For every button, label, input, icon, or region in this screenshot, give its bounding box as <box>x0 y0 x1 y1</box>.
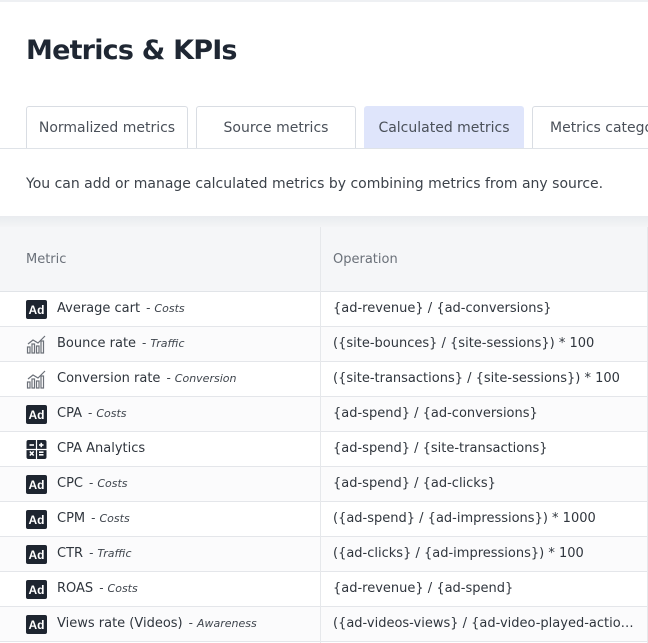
metric-name[interactable]: CTR <box>57 546 83 561</box>
section-separator <box>0 216 648 227</box>
table-row[interactable]: Ad CTR - Traffic ({ad-clicks} / {ad-impressi… <box>0 537 648 572</box>
column-header-metric[interactable]: Metric <box>26 252 66 267</box>
table-row[interactable]: Ad Views rate (Videos) - Awareness ({ad-vide… <box>0 607 648 642</box>
tab-normalized-metrics[interactable]: Normalized metrics <box>26 106 188 149</box>
metric-category: Costs <box>154 302 185 315</box>
ad-icon: Ad <box>26 475 47 494</box>
metric-name-cell: Average cart - Costs <box>57 301 185 316</box>
metric-name[interactable]: CPA Analytics <box>57 441 145 456</box>
metric-category: Awareness <box>196 617 257 630</box>
operation-cell: ({ad-spend} / {ad-impressions}) * 1000 <box>333 511 596 526</box>
operation-cell: ({ad-videos-views} / {ad-video-played-ac… <box>333 616 635 631</box>
metric-category-separator: - <box>166 371 171 385</box>
metric-name[interactable]: Conversion rate <box>57 371 160 386</box>
ad-icon: Ad <box>26 300 47 319</box>
table-row[interactable]: CPA Analytics {ad-spend} / {site-transact… <box>0 432 648 467</box>
metric-name[interactable]: CPC <box>57 476 83 491</box>
ad-icon-label: Ad <box>26 475 47 494</box>
ad-icon-label: Ad <box>26 545 47 564</box>
table-row[interactable]: Conversion rate - Conversion ({site-transac… <box>0 362 648 397</box>
table-body: Ad Average cart - Costs {ad-revenue} / {ad-c… <box>0 292 648 642</box>
metric-name-cell: Conversion rate - Conversion <box>57 371 236 386</box>
description-text: You can add or manage calculated metrics… <box>26 176 604 192</box>
operation-cell: ({ad-clicks} / {ad-impressions}) * 100 <box>333 546 584 561</box>
operation-cell: {ad-spend} / {ad-conversions} <box>333 406 538 421</box>
metric-name-cell: ROAS - Costs <box>57 581 138 596</box>
ad-icon-label: Ad <box>26 405 47 424</box>
metric-category: Costs <box>99 512 130 525</box>
metric-category-separator: - <box>87 406 93 420</box>
operation-cell: ({site-transactions} / {site-sessions}) … <box>333 371 620 386</box>
analytics-chart-icon <box>26 335 47 354</box>
metrics-table: Metric Operation Ad Average cart - Costs {ad… <box>0 227 648 643</box>
metric-category-separator: - <box>146 301 151 315</box>
tab-bar: Normalized metrics Source metrics Calcul… <box>0 106 648 149</box>
metric-name[interactable]: CPM <box>57 511 85 526</box>
metric-name-cell: CPC - Costs <box>57 476 128 491</box>
calculator-icon <box>26 440 47 459</box>
metric-name-cell: CPM - Costs <box>57 511 130 526</box>
metric-name-cell: Bounce rate - Traffic <box>57 336 185 351</box>
ad-icon: Ad <box>26 545 47 564</box>
metric-category-separator: - <box>89 476 94 490</box>
ad-icon-label: Ad <box>26 300 47 319</box>
operation-cell: ({site-bounces} / {site-sessions}) * 100 <box>333 336 595 351</box>
ad-icon-label: Ad <box>26 580 47 599</box>
metric-name-cell: Views rate (Videos) - Awareness <box>57 616 257 631</box>
metric-name[interactable]: CPA <box>57 406 82 421</box>
metric-name[interactable]: ROAS <box>57 581 93 596</box>
tab-source-metrics[interactable]: Source metrics <box>196 106 356 149</box>
metric-category: Traffic <box>150 337 185 350</box>
tab-calculated-metrics[interactable]: Calculated metrics <box>364 106 524 149</box>
ad-icon: Ad <box>26 510 47 529</box>
operation-cell: {ad-revenue} / {ad-spend} <box>333 581 514 596</box>
table-row[interactable]: Ad CPC - Costs {ad-spend} / {ad-clicks} <box>0 467 648 502</box>
ad-icon: Ad <box>26 405 47 424</box>
metric-name[interactable]: Views rate (Videos) <box>57 616 183 631</box>
metric-category-separator: - <box>99 581 104 595</box>
metric-name-cell: CPA Analytics <box>57 441 145 456</box>
table-row[interactable]: Bounce rate - Traffic ({site-bounces} / {si… <box>0 327 648 362</box>
table-row[interactable]: Ad ROAS - Costs {ad-revenue} / {ad-spend} <box>0 572 648 607</box>
table-row[interactable]: Ad CPM - Costs ({ad-spend} / {ad-impressions… <box>0 502 648 537</box>
ad-icon: Ad <box>26 580 47 599</box>
analytics-chart-icon <box>26 370 47 389</box>
tabs-divider <box>0 148 648 149</box>
operation-cell: {ad-spend} / {site-transactions} <box>333 441 548 456</box>
operation-cell: {ad-spend} / {ad-clicks} <box>333 476 496 491</box>
metric-category: Traffic <box>97 547 132 560</box>
column-divider <box>320 227 321 643</box>
table-header: Metric Operation <box>0 227 648 292</box>
metric-category: Costs <box>97 477 128 490</box>
metric-name-cell: CPA - Costs <box>57 406 127 421</box>
operation-cell: {ad-revenue} / {ad-conversions} <box>333 301 552 316</box>
tab-metrics-categories[interactable]: Metrics categories <box>532 106 648 149</box>
metric-category-separator: - <box>142 336 147 350</box>
metric-category: Costs <box>96 407 127 420</box>
metric-category: Conversion <box>174 372 237 385</box>
table-row[interactable]: Ad Average cart - Costs {ad-revenue} / {ad-c… <box>0 292 648 327</box>
metric-category: Costs <box>107 582 138 595</box>
metric-name-cell: CTR - Traffic <box>57 546 132 561</box>
ad-icon-label: Ad <box>26 510 47 529</box>
ad-icon-label: Ad <box>26 615 47 634</box>
top-border <box>0 0 648 2</box>
metric-category-separator: - <box>91 511 96 525</box>
metric-name[interactable]: Bounce rate <box>57 336 136 351</box>
ad-icon: Ad <box>26 615 47 634</box>
table-row[interactable]: Ad CPA - Costs {ad-spend} / {ad-conversions} <box>0 397 648 432</box>
column-header-operation[interactable]: Operation <box>333 252 398 267</box>
metric-category-separator: - <box>89 546 94 560</box>
metric-category-separator: - <box>188 616 193 630</box>
page-title: Metrics & KPIs <box>26 35 238 66</box>
metric-name[interactable]: Average cart <box>57 301 140 316</box>
